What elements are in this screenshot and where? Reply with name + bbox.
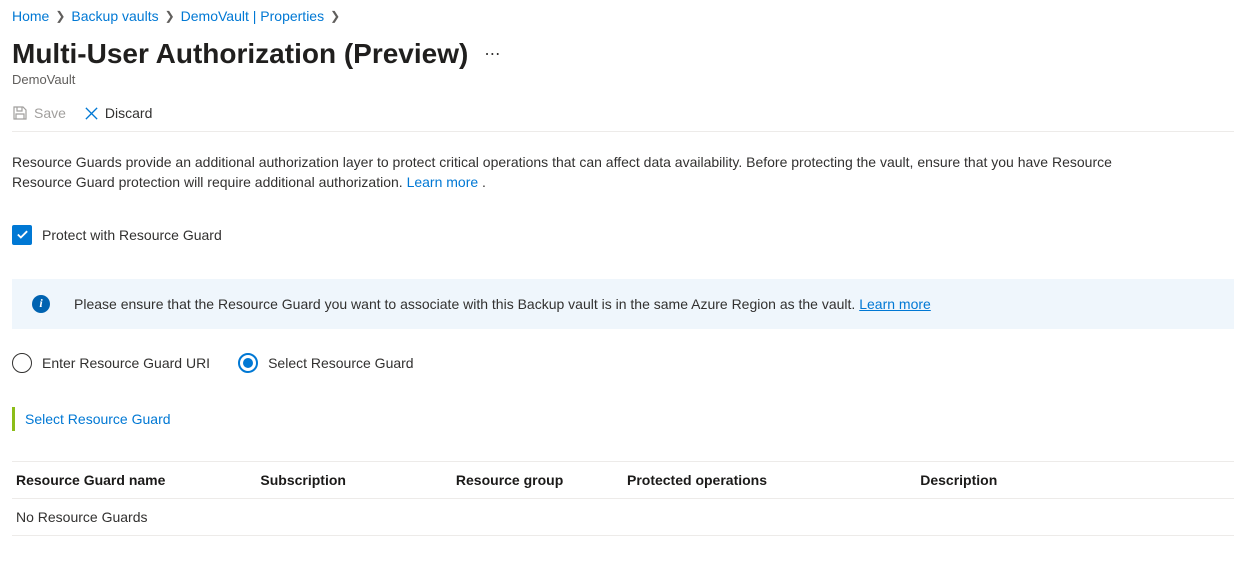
radio-select-resource-guard[interactable]: Select Resource Guard — [238, 353, 414, 373]
info-icon: i — [32, 295, 50, 313]
radio-label: Enter Resource Guard URI — [42, 355, 210, 371]
col-description[interactable]: Description — [916, 461, 1234, 498]
protect-checkbox-row: Protect with Resource Guard — [12, 225, 1234, 245]
info-learn-more-link[interactable]: Learn more — [859, 296, 931, 312]
chevron-right-icon: ❯ — [165, 9, 175, 23]
breadcrumb-item-backup-vaults[interactable]: Backup vaults — [71, 8, 158, 24]
col-resource-guard-name[interactable]: Resource Guard name — [12, 461, 256, 498]
checkmark-icon — [16, 228, 29, 241]
table-empty-row: No Resource Guards — [12, 498, 1234, 535]
more-actions-button[interactable]: ⋯ — [480, 44, 506, 64]
info-banner: i Please ensure that the Resource Guard … — [12, 279, 1234, 329]
close-icon — [84, 106, 99, 121]
discard-button-label: Discard — [105, 105, 152, 121]
toolbar: Save Discard — [12, 105, 1234, 132]
radio-enter-uri[interactable]: Enter Resource Guard URI — [12, 353, 210, 373]
save-button-label: Save — [34, 105, 66, 121]
radio-circle-icon — [12, 353, 32, 373]
learn-more-link[interactable]: Learn more — [407, 174, 479, 190]
save-icon — [12, 105, 28, 121]
radio-group: Enter Resource Guard URI Select Resource… — [12, 353, 1234, 373]
radio-circle-icon — [238, 353, 258, 373]
radio-label: Select Resource Guard — [268, 355, 414, 371]
discard-button[interactable]: Discard — [84, 105, 152, 121]
info-banner-content: Please ensure that the Resource Guard yo… — [74, 296, 931, 312]
table-empty-text: No Resource Guards — [12, 498, 1234, 535]
col-subscription[interactable]: Subscription — [256, 461, 452, 498]
page-title-row: Multi-User Authorization (Preview) ⋯ — [12, 38, 1234, 70]
protect-checkbox-label: Protect with Resource Guard — [42, 227, 222, 243]
page-subtitle: DemoVault — [12, 72, 1234, 87]
select-resource-guard-link[interactable]: Select Resource Guard — [25, 411, 171, 427]
save-button[interactable]: Save — [12, 105, 66, 121]
description-suffix: . — [478, 174, 486, 190]
page-title: Multi-User Authorization (Preview) — [12, 38, 468, 70]
description-line2-prefix: Resource Guard protection will require a… — [12, 174, 407, 190]
description-line1: Resource Guards provide an additional au… — [12, 154, 1112, 170]
breadcrumb: Home ❯ Backup vaults ❯ DemoVault | Prope… — [12, 8, 1234, 24]
breadcrumb-item-home[interactable]: Home — [12, 8, 49, 24]
chevron-right-icon: ❯ — [330, 9, 340, 23]
info-banner-text: Please ensure that the Resource Guard yo… — [74, 296, 859, 312]
col-protected-operations[interactable]: Protected operations — [623, 461, 916, 498]
select-resource-guard-wrap: Select Resource Guard — [12, 407, 1234, 431]
breadcrumb-item-demovault-properties[interactable]: DemoVault | Properties — [181, 8, 324, 24]
chevron-right-icon: ❯ — [55, 9, 65, 23]
description-text: Resource Guards provide an additional au… — [12, 152, 1234, 193]
col-resource-group[interactable]: Resource group — [452, 461, 623, 498]
protect-checkbox[interactable] — [12, 225, 32, 245]
resource-guard-table: Resource Guard name Subscription Resourc… — [12, 461, 1234, 536]
table-header-row: Resource Guard name Subscription Resourc… — [12, 461, 1234, 498]
